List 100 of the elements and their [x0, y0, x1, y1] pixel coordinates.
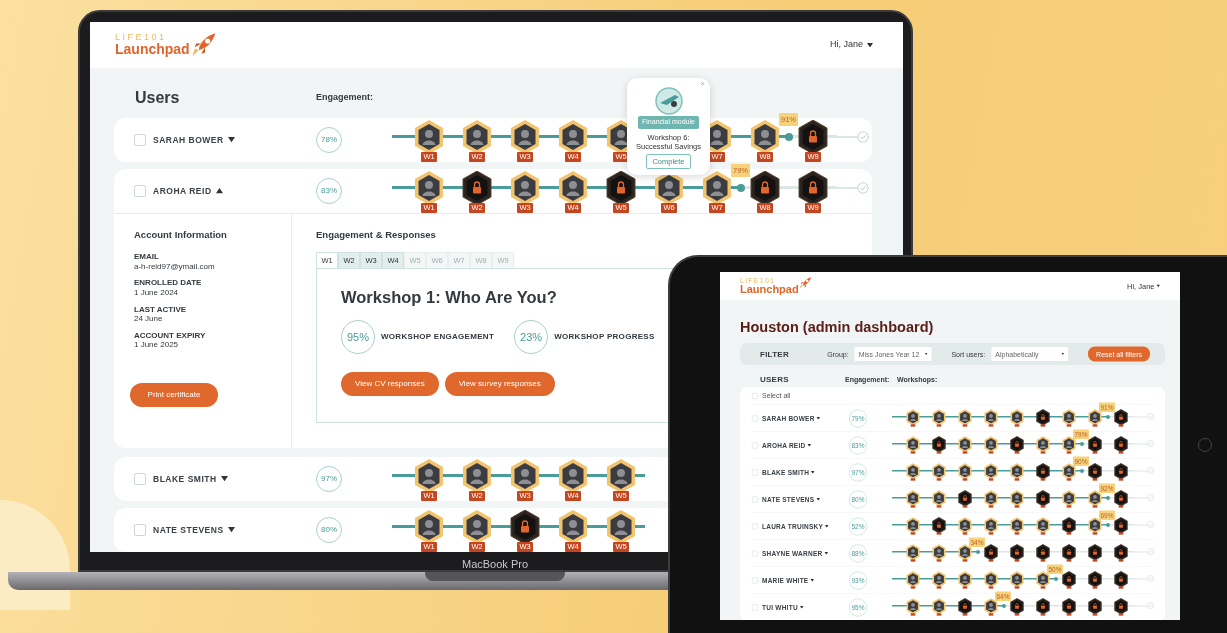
workshop-badge[interactable]	[984, 489, 998, 509]
user-menu[interactable]: Hi, Jane	[829, 38, 863, 52]
locked-badge[interactable]	[750, 171, 780, 205]
caret-icon[interactable]	[807, 443, 811, 447]
caret-icon[interactable]	[867, 42, 873, 48]
caret-icon[interactable]	[816, 497, 820, 501]
workshop-badge[interactable]	[984, 516, 998, 536]
workshop-badge[interactable]	[414, 120, 444, 154]
workshop-badge[interactable]	[1062, 408, 1076, 428]
locked-badge[interactable]	[1036, 543, 1050, 563]
locked-badge[interactable]	[1036, 408, 1050, 428]
locked-badge[interactable]	[984, 543, 998, 563]
workshop-badge[interactable]	[932, 408, 946, 428]
locked-badge[interactable]	[932, 435, 946, 455]
workshop-badge[interactable]	[1010, 489, 1024, 509]
workshop-badge[interactable]	[462, 459, 492, 493]
workshop-badge[interactable]	[606, 459, 636, 493]
workshop-badge[interactable]	[906, 435, 920, 455]
workshop-badge[interactable]	[958, 435, 972, 455]
checkbox[interactable]	[134, 524, 146, 536]
workshop-badge[interactable]	[906, 462, 920, 482]
locked-badge[interactable]	[1114, 462, 1128, 482]
workshop-badge[interactable]	[1088, 408, 1102, 428]
locked-badge[interactable]	[1088, 570, 1102, 590]
locked-badge[interactable]	[1114, 543, 1128, 563]
caret-icon[interactable]	[811, 470, 815, 474]
caret-icon[interactable]	[924, 353, 928, 355]
caret-icon[interactable]	[220, 476, 228, 482]
workshop-badge[interactable]	[958, 543, 972, 563]
locked-badge[interactable]	[1114, 435, 1128, 455]
workshop-badge[interactable]	[1010, 462, 1024, 482]
checkbox[interactable]	[134, 185, 146, 197]
workshop-badge[interactable]	[984, 462, 998, 482]
workshop-badge[interactable]	[702, 171, 732, 205]
workshop-badge[interactable]	[958, 516, 972, 536]
workshop-badge[interactable]	[606, 510, 636, 544]
checkbox[interactable]	[134, 473, 146, 485]
locked-badge[interactable]	[1062, 597, 1076, 617]
workshop-badge[interactable]	[906, 516, 920, 536]
workshop-badge[interactable]	[558, 120, 588, 154]
workshop-badge[interactable]	[558, 171, 588, 205]
workshop-badge[interactable]	[984, 435, 998, 455]
workshop-badge[interactable]	[984, 570, 998, 590]
user-name[interactable]: NATE STEVENS	[153, 523, 224, 537]
workshop-badge[interactable]	[958, 462, 972, 482]
checkbox[interactable]	[134, 134, 146, 146]
locked-badge[interactable]	[798, 120, 828, 154]
workshop-badge[interactable]	[1010, 408, 1024, 428]
locked-badge[interactable]	[1114, 489, 1128, 509]
workshop-badge[interactable]	[462, 510, 492, 544]
locked-badge[interactable]	[1036, 597, 1050, 617]
caret-icon[interactable]	[215, 188, 223, 194]
workshop-badge[interactable]	[932, 570, 946, 590]
workshop-badge[interactable]	[1036, 516, 1050, 536]
locked-badge[interactable]	[1088, 462, 1102, 482]
workshop-badge[interactable]	[1062, 435, 1076, 455]
workshop-badge[interactable]	[750, 120, 780, 154]
workshop-badge[interactable]	[1088, 489, 1102, 509]
caret-icon[interactable]	[1061, 353, 1065, 355]
user-name[interactable]: AROHA REID	[153, 184, 212, 198]
locked-badge[interactable]	[1114, 570, 1128, 590]
workshop-badge[interactable]	[1062, 462, 1076, 482]
locked-badge[interactable]	[1010, 597, 1024, 617]
workshop-badge[interactable]	[906, 543, 920, 563]
workshop-badge[interactable]	[414, 171, 444, 205]
workshop-badge[interactable]	[1088, 516, 1102, 536]
workshop-badge[interactable]	[984, 408, 998, 428]
workshop-badge[interactable]	[906, 597, 920, 617]
workshop-badge[interactable]	[984, 597, 998, 617]
locked-badge[interactable]	[1010, 435, 1024, 455]
workshop-badge[interactable]	[1036, 570, 1050, 590]
locked-badge[interactable]	[1010, 543, 1024, 563]
workshop-badge[interactable]	[932, 543, 946, 563]
workshop-badge[interactable]	[558, 459, 588, 493]
locked-badge[interactable]	[510, 510, 540, 544]
locked-badge[interactable]	[1114, 408, 1128, 428]
workshop-badge[interactable]	[906, 408, 920, 428]
workshop-badge[interactable]	[932, 597, 946, 617]
workshop-badge[interactable]	[510, 120, 540, 154]
workshop-badge[interactable]	[510, 459, 540, 493]
locked-badge[interactable]	[462, 171, 492, 205]
workshop-badge[interactable]	[462, 120, 492, 154]
locked-badge[interactable]	[1088, 543, 1102, 563]
caret-icon[interactable]	[227, 137, 235, 143]
caret-icon[interactable]	[816, 416, 821, 420]
workshop-badge[interactable]	[906, 570, 920, 590]
workshop-badge[interactable]	[906, 489, 920, 509]
workshop-badge[interactable]	[958, 570, 972, 590]
workshop-badge[interactable]	[414, 510, 444, 544]
workshop-badge[interactable]	[1062, 489, 1076, 509]
locked-badge[interactable]	[958, 489, 972, 509]
caret-icon[interactable]	[810, 578, 814, 582]
caret-icon[interactable]	[1156, 284, 1160, 288]
locked-badge[interactable]	[1062, 570, 1076, 590]
workshop-badge[interactable]	[932, 489, 946, 509]
workshop-badge[interactable]	[510, 171, 540, 205]
caret-icon[interactable]	[799, 605, 804, 609]
locked-badge[interactable]	[1036, 489, 1050, 509]
locked-badge[interactable]	[798, 171, 828, 205]
locked-badge[interactable]	[1062, 516, 1076, 536]
